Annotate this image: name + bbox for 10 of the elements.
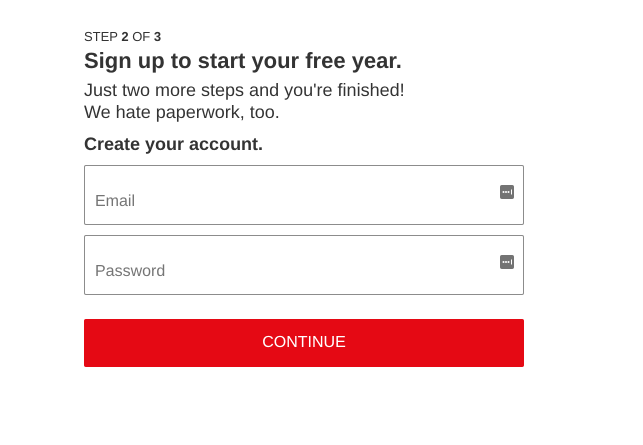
subtitle-text: Just two more steps and you're finished!: [84, 79, 405, 101]
step-indicator: STEP 2 OF 3: [84, 29, 162, 45]
page-title: Sign up to start your free year.: [84, 47, 402, 75]
continue-button[interactable]: CONTINUE: [84, 319, 524, 367]
form-heading: Create your account.: [84, 133, 264, 155]
password-manager-icon[interactable]: [500, 185, 514, 199]
subtitle-text: We hate paperwork, too.: [84, 101, 280, 123]
password-manager-icon[interactable]: [500, 255, 514, 269]
input-field[interactable]: Password: [84, 235, 524, 295]
input-field[interactable]: Email: [84, 165, 524, 225]
